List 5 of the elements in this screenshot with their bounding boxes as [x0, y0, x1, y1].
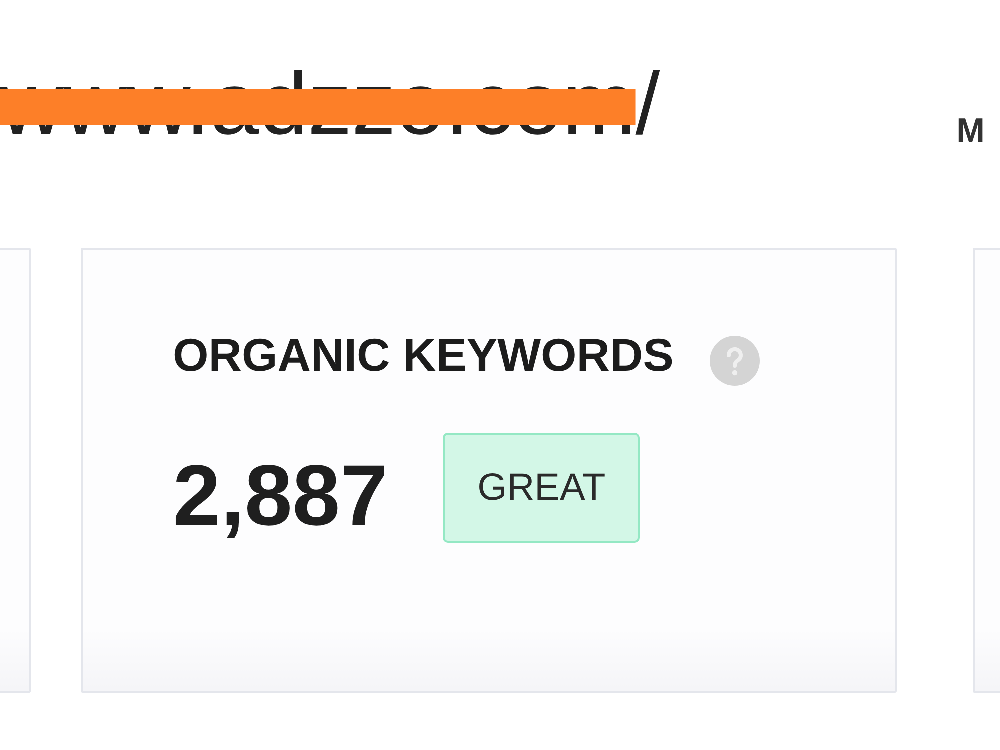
metric-title: ORGANIC KEYWORDS: [173, 332, 674, 378]
help-icon[interactable]: [710, 336, 760, 386]
side-label: M: [956, 114, 985, 148]
metric-value: 2,887: [173, 453, 388, 539]
rating-badge: GREAT: [443, 433, 640, 543]
